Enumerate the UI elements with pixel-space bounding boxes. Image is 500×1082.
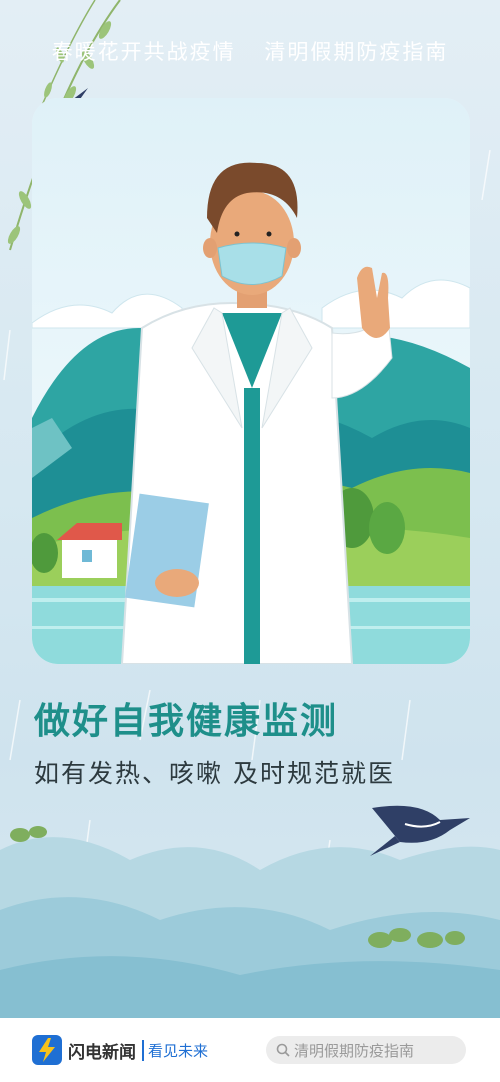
poster: 春暖花开共战疫情 清明假期防疫指南 做好自我健康监测 如有发热、咳嗽 及时规范就…: [0, 0, 500, 1082]
header-title: 春暖花开共战疫情 清明假期防疫指南: [0, 36, 500, 66]
search-box[interactable]: 清明假期防疫指南: [266, 1036, 466, 1064]
brand-name: 闪电新闻: [68, 1042, 136, 1063]
bottom-landscape: [0, 805, 500, 1020]
search-placeholder: 清明假期防疫指南: [294, 1041, 415, 1060]
search-icon: [276, 1043, 290, 1057]
header-right-text: 清明假期防疫指南: [264, 40, 449, 64]
footer-bar: 闪电新闻 看见未来 清明假期防疫指南: [0, 1018, 500, 1082]
headline: 做好自我健康监测: [34, 701, 339, 742]
lightning-logo-icon: [32, 1035, 62, 1065]
subline: 如有发热、咳嗽 及时规范就医: [34, 759, 395, 788]
illustration-card: [32, 98, 470, 664]
brand-slogan: 看见未来: [142, 1039, 208, 1061]
doctor-illustration: [32, 98, 470, 664]
header-left-text: 春暖花开共战疫情: [51, 40, 236, 64]
